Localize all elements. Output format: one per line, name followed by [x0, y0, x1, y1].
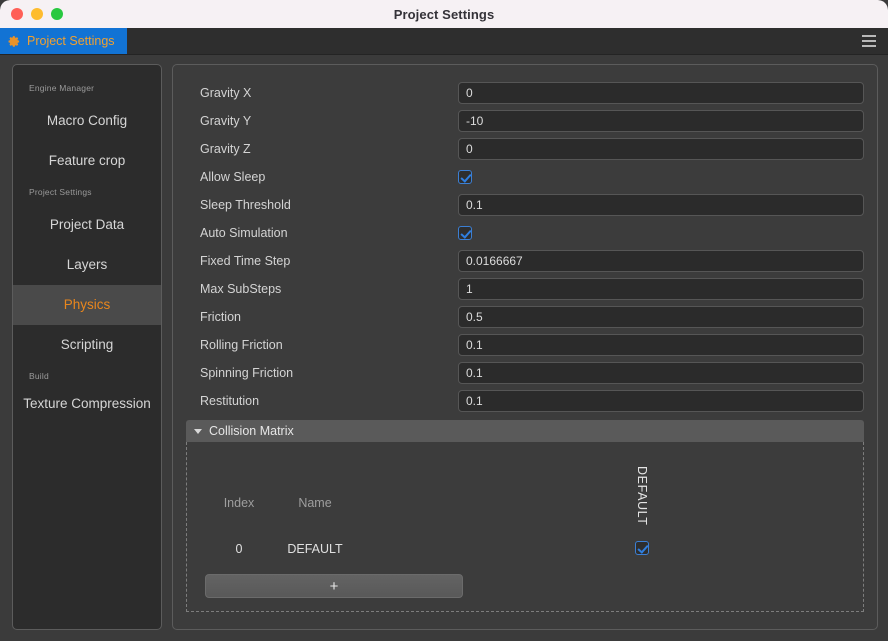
- collision-matrix-header[interactable]: Collision Matrix: [186, 420, 864, 442]
- gravity-y-input[interactable]: [458, 110, 864, 132]
- field-label: Max SubSteps: [200, 282, 282, 296]
- tab-strip: Project Settings: [0, 28, 888, 55]
- field-row-spinning-friction: Spinning Friction: [186, 359, 864, 387]
- minimize-window-button[interactable]: [31, 8, 43, 20]
- maximize-window-button[interactable]: [51, 8, 63, 20]
- friction-input[interactable]: [458, 306, 864, 328]
- max-substeps-input[interactable]: [458, 278, 864, 300]
- collision-matrix-grid: Index Name DEFAULT 0 DEFAULT +: [187, 442, 863, 611]
- collision-matrix-title: Collision Matrix: [209, 424, 294, 438]
- field-row-friction: Friction: [186, 303, 864, 331]
- hamburger-menu-icon[interactable]: [860, 28, 878, 54]
- field-row-sleep-threshold: Sleep Threshold: [186, 191, 864, 219]
- field-label: Gravity Z: [200, 142, 251, 156]
- gravity-z-input[interactable]: [458, 138, 864, 160]
- field-label: Spinning Friction: [200, 366, 294, 380]
- tab-project-settings[interactable]: Project Settings: [0, 28, 127, 54]
- field-label: Gravity Y: [200, 114, 252, 128]
- sidebar-group-label-engine-manager: Engine Manager: [29, 83, 95, 93]
- sidebar-item-layers[interactable]: Layers: [13, 245, 161, 285]
- field-row-restitution: Restitution: [186, 387, 864, 415]
- settings-main-panel: Gravity X Gravity Y Gravity Z Allow Slee…: [172, 64, 878, 630]
- spinning-friction-input[interactable]: [458, 362, 864, 384]
- field-row-gravity-x: Gravity X: [186, 79, 864, 107]
- sidebar-group-label-build: Build: [29, 371, 49, 381]
- field-row-gravity-z: Gravity Z: [186, 135, 864, 163]
- hamburger-line: [862, 45, 876, 47]
- window-title: Project Settings: [393, 6, 495, 22]
- field-row-fixed-time-step: Fixed Time Step: [186, 247, 864, 275]
- column-header-default: DEFAULT: [627, 466, 657, 531]
- traffic-light-group: [11, 8, 63, 20]
- fixed-time-step-input[interactable]: [458, 250, 864, 272]
- table-row-index-cell: 0: [235, 542, 243, 556]
- column-header-index: Index: [223, 496, 255, 510]
- gear-icon: [8, 35, 20, 47]
- hamburger-line: [862, 35, 876, 37]
- add-collision-layer-button[interactable]: +: [205, 574, 463, 598]
- field-label: Gravity X: [200, 86, 252, 100]
- sleep-threshold-input[interactable]: [458, 194, 864, 216]
- sidebar-item-feature-crop[interactable]: Feature crop: [13, 141, 161, 181]
- close-window-button[interactable]: [11, 8, 23, 20]
- collision-default-default-checkbox[interactable]: [635, 541, 649, 555]
- sidebar-item-project-data[interactable]: Project Data: [13, 205, 161, 245]
- column-header-name: Name: [298, 496, 332, 510]
- allow-sleep-checkbox[interactable]: [458, 170, 472, 184]
- field-label: Friction: [200, 310, 241, 324]
- field-row-max-substeps: Max SubSteps: [186, 275, 864, 303]
- sidebar-item-scripting[interactable]: Scripting: [13, 325, 161, 365]
- field-label: Fixed Time Step: [200, 254, 291, 268]
- auto-simulation-checkbox[interactable]: [458, 226, 472, 240]
- sidebar-item-macro-config[interactable]: Macro Config: [13, 101, 161, 141]
- field-row-allow-sleep: Allow Sleep: [186, 163, 864, 191]
- sidebar-item-physics[interactable]: Physics: [13, 285, 161, 325]
- restitution-input[interactable]: [458, 390, 864, 412]
- field-label: Restitution: [200, 394, 260, 408]
- field-label: Rolling Friction: [200, 338, 283, 352]
- sidebar-item-texture-compression[interactable]: Texture Compression: [13, 389, 161, 418]
- field-row-gravity-y: Gravity Y: [186, 107, 864, 135]
- window-body: Engine Manager Macro Config Feature crop…: [0, 55, 888, 641]
- chevron-down-icon: [194, 428, 202, 434]
- collision-matrix-body: Index Name DEFAULT 0 DEFAULT +: [186, 442, 864, 612]
- application-window: Project Settings Project Settings Engine…: [0, 0, 888, 641]
- field-label: Auto Simulation: [200, 226, 288, 240]
- field-label: Allow Sleep: [200, 170, 266, 184]
- field-row-rolling-friction: Rolling Friction: [186, 331, 864, 359]
- table-row-check-cell: [627, 541, 657, 555]
- gravity-x-input[interactable]: [458, 82, 864, 104]
- sidebar-group-label-project-settings: Project Settings: [29, 187, 92, 197]
- column-header-default-label: DEFAULT: [635, 466, 649, 526]
- table-row-name-cell: DEFAULT: [287, 542, 343, 556]
- settings-sidebar: Engine Manager Macro Config Feature crop…: [12, 64, 162, 630]
- window-titlebar: Project Settings: [0, 0, 888, 28]
- hamburger-line: [862, 40, 876, 42]
- rolling-friction-input[interactable]: [458, 334, 864, 356]
- tab-label: Project Settings: [27, 34, 115, 48]
- field-row-auto-simulation: Auto Simulation: [186, 219, 864, 247]
- field-label: Sleep Threshold: [200, 198, 291, 212]
